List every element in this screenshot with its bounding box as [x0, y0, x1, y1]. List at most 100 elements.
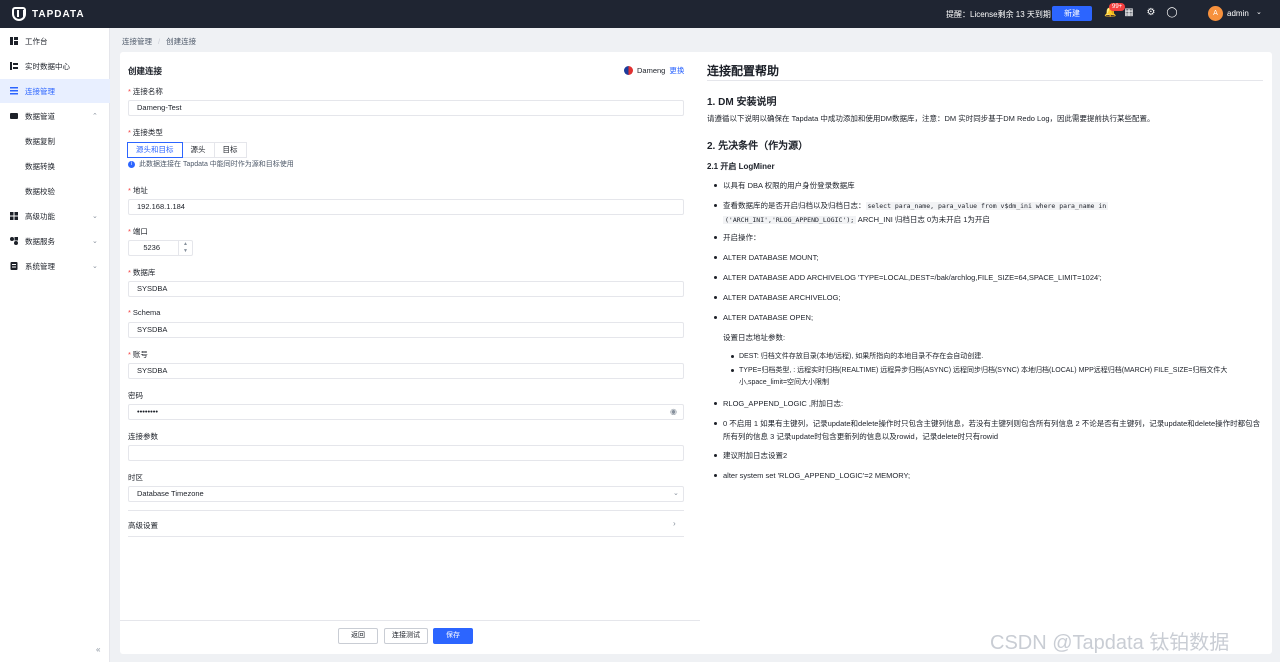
host-label: * 地址: [128, 186, 148, 195]
breadcrumb-connections[interactable]: 连接管理: [122, 37, 152, 46]
sidebar-item-validation[interactable]: 数据校验: [0, 179, 110, 203]
chevron-up-icon: ⌃: [92, 113, 98, 120]
info-icon: i: [128, 160, 135, 168]
help-bullet: 以具有 DBA 权限的用户身份登录数据库: [714, 179, 1263, 192]
tapdata-logo[interactable]: TAPDATA: [12, 7, 85, 21]
top-bar: TAPDATA 提醒：License剩余 13 天到期 新建 🔔 99+ ▦ ⚙…: [0, 0, 1280, 28]
help-divider: [707, 80, 1263, 81]
license-notice: 提醒：License剩余 13 天到期: [946, 10, 1051, 19]
chevron-down-icon[interactable]: ⌄: [673, 489, 679, 497]
logo-text: TAPDATA: [32, 8, 85, 20]
save-button[interactable]: 保存: [433, 628, 473, 644]
watermark: CSDN @Tapdata 钛铂数据: [990, 632, 1230, 654]
connection-name-input[interactable]: Dameng-Test: [128, 100, 684, 116]
password-label: 密码: [128, 391, 143, 400]
help-paragraph: 请遵循以下说明以确保在 Tapdata 中成功添加和使用DM数据库，注意：DM …: [707, 114, 1155, 123]
database-label: * 数据库: [128, 268, 156, 277]
help-bullet: ALTER DATABASE ARCHIVELOG;: [714, 291, 1263, 304]
system-icon: [10, 262, 18, 270]
schema-input[interactable]: SYSDBA: [128, 322, 684, 338]
data-center-icon: [10, 62, 18, 70]
divider: [128, 536, 684, 537]
connection-type-segmented: 源头和目标 源头 目标: [127, 142, 247, 158]
test-connection-button[interactable]: 连接测试: [384, 628, 428, 644]
service-icon: [10, 237, 18, 245]
help-paragraph: 设置日志地址参数:: [723, 333, 786, 342]
back-button[interactable]: 返回: [338, 628, 378, 644]
sidebar-item-label: 高级功能: [25, 211, 55, 221]
db-type-name: Dameng: [637, 66, 666, 75]
help-bullet: ALTER DATABASE OPEN;: [714, 311, 1263, 324]
help-subsection: 2.1 开启 LogMiner: [707, 162, 775, 171]
eye-icon[interactable]: ◉: [670, 407, 677, 416]
advanced-icon: [10, 212, 18, 220]
sidebar-item-advanced[interactable]: 高级功能 ⌄: [0, 204, 110, 228]
account-label: * 账号: [128, 350, 148, 359]
host-input[interactable]: 192.168.1.184: [128, 199, 684, 215]
timezone-select[interactable]: Database Timezone: [128, 486, 684, 502]
help-section-1: 1. DM 安装说明: [707, 97, 777, 108]
gift-icon[interactable]: ▦: [1123, 7, 1135, 19]
type-option-target[interactable]: 目标: [213, 142, 247, 158]
sidebar-item-system[interactable]: 系统管理 ⌄: [0, 254, 110, 278]
port-stepper[interactable]: ▲ ▼: [178, 241, 192, 255]
database-input[interactable]: SYSDBA: [128, 281, 684, 297]
globe-icon[interactable]: ◯: [1166, 7, 1178, 19]
sidebar-item-data-services[interactable]: 数据服务 ⌄: [0, 229, 110, 253]
name-label: * 连接名称: [128, 87, 163, 96]
params-label: 连接参数: [128, 432, 158, 441]
help-section-2: 2. 先决条件（作为源）: [707, 141, 809, 152]
connection-params-input[interactable]: [128, 445, 684, 461]
sidebar-item-connections[interactable]: 连接管理: [0, 79, 110, 103]
chevron-down-icon: ⌄: [92, 213, 98, 220]
sidebar-item-label: 工作台: [25, 36, 48, 46]
sidebar-item-label: 连接管理: [25, 86, 55, 96]
sidebar-item-label: 数据管道: [25, 111, 55, 121]
form-title: 创建连接: [128, 66, 163, 76]
sidebar-item-transformation[interactable]: 数据转换: [0, 154, 110, 178]
sidebar: 工作台 实时数据中心 连接管理 数据管道 ⌃ 数据复制 数据转换 数据校验 高级功…: [0, 28, 110, 662]
form-footer-divider: [120, 620, 700, 621]
dameng-logo-icon: [624, 66, 633, 75]
sidebar-item-label: 实时数据中心: [25, 61, 70, 71]
advanced-settings[interactable]: 高级设置: [128, 520, 158, 531]
avatar[interactable]: A: [1208, 6, 1223, 21]
help-title: 连接配置帮助: [707, 64, 780, 78]
help-bullet: ALTER DATABASE ADD ARCHIVELOG 'TYPE=LOCA…: [714, 271, 1263, 284]
type-hint: i 此数据连接在 Tapdata 中能同时作为源和目标使用: [128, 159, 294, 169]
help-sub-bullet: TYPE=归档类型, : 远程实时归档(REALTIME) 远程异步归档(ASY…: [731, 365, 1261, 389]
type-label: * 连接类型: [128, 128, 163, 137]
help-bullet: alter system set 'RLOG_APPEND_LOGIC'=2 M…: [714, 469, 1263, 482]
type-option-source[interactable]: 源头: [181, 142, 215, 158]
collapse-sidebar-icon[interactable]: «: [96, 645, 100, 654]
sidebar-item-label: 数据复制: [25, 136, 55, 146]
port-label: * 端口: [128, 227, 148, 236]
sidebar-item-replication[interactable]: 数据复制: [0, 129, 110, 153]
pipeline-icon: [10, 113, 18, 119]
help-bullet: 0 不启用 1 如果有主键列，记录update和delete操作时只包含主键列信…: [714, 417, 1263, 443]
username[interactable]: admin: [1227, 9, 1249, 18]
sidebar-item-realtime-data[interactable]: 实时数据中心: [0, 54, 110, 78]
breadcrumb: 连接管理 / 创建连接: [122, 37, 197, 46]
sidebar-item-label: 系统管理: [25, 261, 55, 271]
account-input[interactable]: SYSDBA: [128, 363, 684, 379]
chevron-down-icon: ⌄: [92, 263, 98, 270]
type-option-source-target[interactable]: 源头和目标: [127, 142, 183, 158]
change-db-link[interactable]: 更换: [669, 65, 684, 76]
chevron-right-icon[interactable]: ›: [673, 519, 676, 528]
new-button[interactable]: 新建: [1052, 6, 1092, 21]
divider: [128, 510, 684, 511]
sidebar-item-workbench[interactable]: 工作台: [0, 29, 110, 53]
help-bullet: 建议附加日志设置2: [714, 449, 1263, 462]
help-bullet: 开启操作：: [714, 231, 1263, 244]
gear-icon[interactable]: ⚙: [1145, 7, 1157, 19]
database-type: Dameng 更换: [624, 65, 684, 76]
sidebar-item-label: 数据转换: [25, 161, 55, 171]
chevron-down-icon[interactable]: ⌄: [1256, 8, 1262, 16]
sidebar-item-label: 数据服务: [25, 236, 55, 246]
list-icon: [10, 87, 18, 95]
password-input[interactable]: ••••••••: [128, 404, 684, 420]
chevron-down-icon: ⌄: [92, 238, 98, 245]
breadcrumb-create: 创建连接: [166, 37, 197, 46]
sidebar-item-pipelines[interactable]: 数据管道 ⌃: [0, 104, 110, 128]
